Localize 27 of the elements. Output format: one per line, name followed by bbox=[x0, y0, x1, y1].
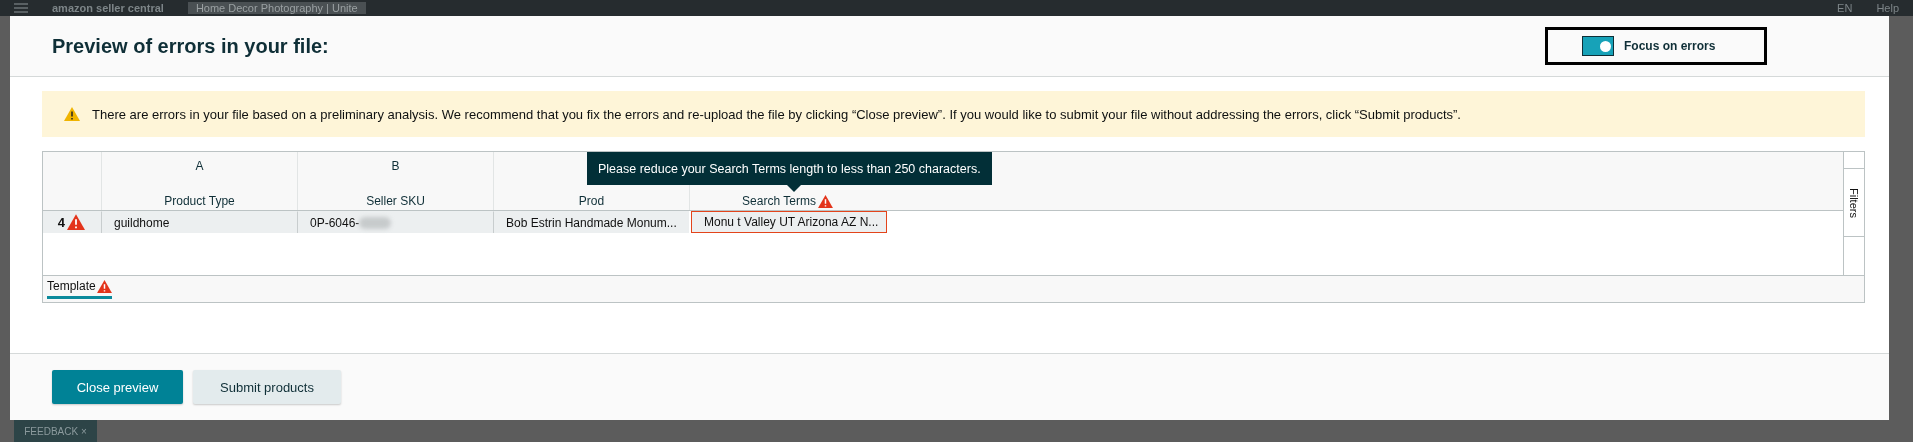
row-number: 4 bbox=[57, 214, 65, 230]
toggle-switch[interactable] bbox=[1582, 36, 1614, 56]
table-cell[interactable]: 0P-6046- bbox=[297, 211, 493, 233]
logo-text[interactable]: amazon seller central bbox=[52, 2, 164, 14]
warning-message: There are errors in your file based on a preliminary analysis. We recommend that you fix the errors and re-upload the file by clicking “Close preview”. If you would like to submit your file without addressing the errors, click “Submit products”. bbox=[92, 106, 1461, 122]
toggle-label: Focus on errors bbox=[1624, 39, 1716, 53]
column-header: Product Type bbox=[164, 194, 235, 208]
error-icon bbox=[96, 279, 112, 293]
sheet-tab[interactable]: Template bbox=[47, 279, 112, 299]
column-header: Prod bbox=[578, 194, 605, 208]
error-icon bbox=[817, 195, 833, 208]
language-menu[interactable]: EN bbox=[1837, 2, 1853, 14]
table-cell[interactable]: Bob Estrin Handmade Monum... bbox=[493, 211, 689, 233]
tooltip-pointer bbox=[787, 185, 801, 192]
table-cell[interactable]: Monu t Valley UT Arizona AZ N... bbox=[691, 211, 887, 233]
dialog-title: Preview of errors in your file: bbox=[52, 34, 329, 58]
warning-icon bbox=[64, 107, 80, 121]
help-link[interactable]: Help bbox=[1876, 2, 1899, 14]
error-icon bbox=[67, 214, 85, 230]
table-cell[interactable]: guildhome bbox=[101, 211, 297, 233]
submit-button[interactable]: Submit products bbox=[193, 370, 341, 404]
redacted-blur bbox=[359, 216, 392, 229]
column-header: Search Terms bbox=[742, 194, 816, 208]
feedback-tab[interactable]: FEEDBACK × bbox=[14, 420, 97, 442]
column-header: Seller SKU bbox=[366, 194, 425, 208]
error-tooltip: Please reduce your Search Terms length to less than 250 characters. bbox=[587, 152, 992, 185]
close-preview-button[interactable]: Close preview bbox=[52, 370, 183, 404]
